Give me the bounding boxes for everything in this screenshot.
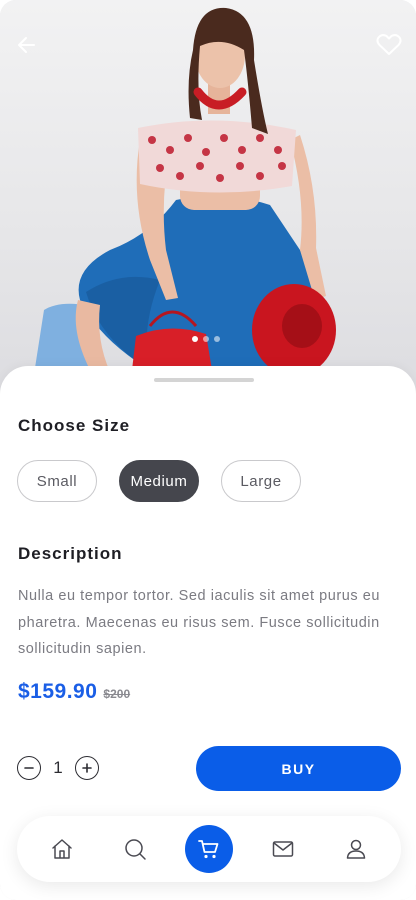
nav-profile[interactable] xyxy=(332,825,380,873)
nav-search[interactable] xyxy=(111,825,159,873)
drag-handle[interactable] xyxy=(154,378,254,382)
size-option-medium[interactable]: Medium xyxy=(119,460,199,502)
nav-home[interactable] xyxy=(38,825,86,873)
search-icon xyxy=(125,839,147,860)
product-image-carousel[interactable] xyxy=(0,0,416,400)
user-icon xyxy=(346,839,366,859)
description-title: Description xyxy=(18,544,123,563)
decrement-button[interactable] xyxy=(17,756,41,780)
current-price: $159.90 xyxy=(18,680,98,703)
cart-icon xyxy=(198,840,219,859)
carousel-dot[interactable] xyxy=(192,336,198,342)
size-option-large[interactable]: Large xyxy=(221,460,301,502)
size-option-small[interactable]: Small xyxy=(17,460,97,502)
size-options: Small Medium Large xyxy=(17,460,301,502)
product-detail-screen: Choose Size Small Medium Large Descripti… xyxy=(0,0,416,900)
nav-messages[interactable] xyxy=(259,825,307,873)
quantity-stepper: 1 xyxy=(17,756,99,780)
heart-outline-icon xyxy=(376,34,402,55)
mail-icon xyxy=(272,841,293,857)
price-row: $159.90 $200 xyxy=(18,680,130,704)
carousel-indicator xyxy=(192,336,220,342)
plus-icon xyxy=(82,763,92,773)
nav-cart[interactable] xyxy=(184,825,233,873)
quantity-value: 1 xyxy=(53,758,63,777)
carousel-dot[interactable] xyxy=(214,336,220,342)
choose-size-title: Choose Size xyxy=(18,416,131,435)
carousel-dot[interactable] xyxy=(203,336,209,342)
bottom-navigation xyxy=(17,816,401,882)
buy-button[interactable]: BUY xyxy=(196,746,401,791)
minus-icon xyxy=(24,767,34,769)
increment-button[interactable] xyxy=(75,756,99,780)
back-button[interactable] xyxy=(12,30,42,60)
arrow-left-icon xyxy=(18,37,35,53)
home-icon xyxy=(52,839,72,859)
original-price: $200 xyxy=(103,687,131,701)
description-text: Nulla eu tempor tortor. Sed iaculis sit … xyxy=(18,588,381,657)
favorite-button[interactable] xyxy=(374,30,404,60)
